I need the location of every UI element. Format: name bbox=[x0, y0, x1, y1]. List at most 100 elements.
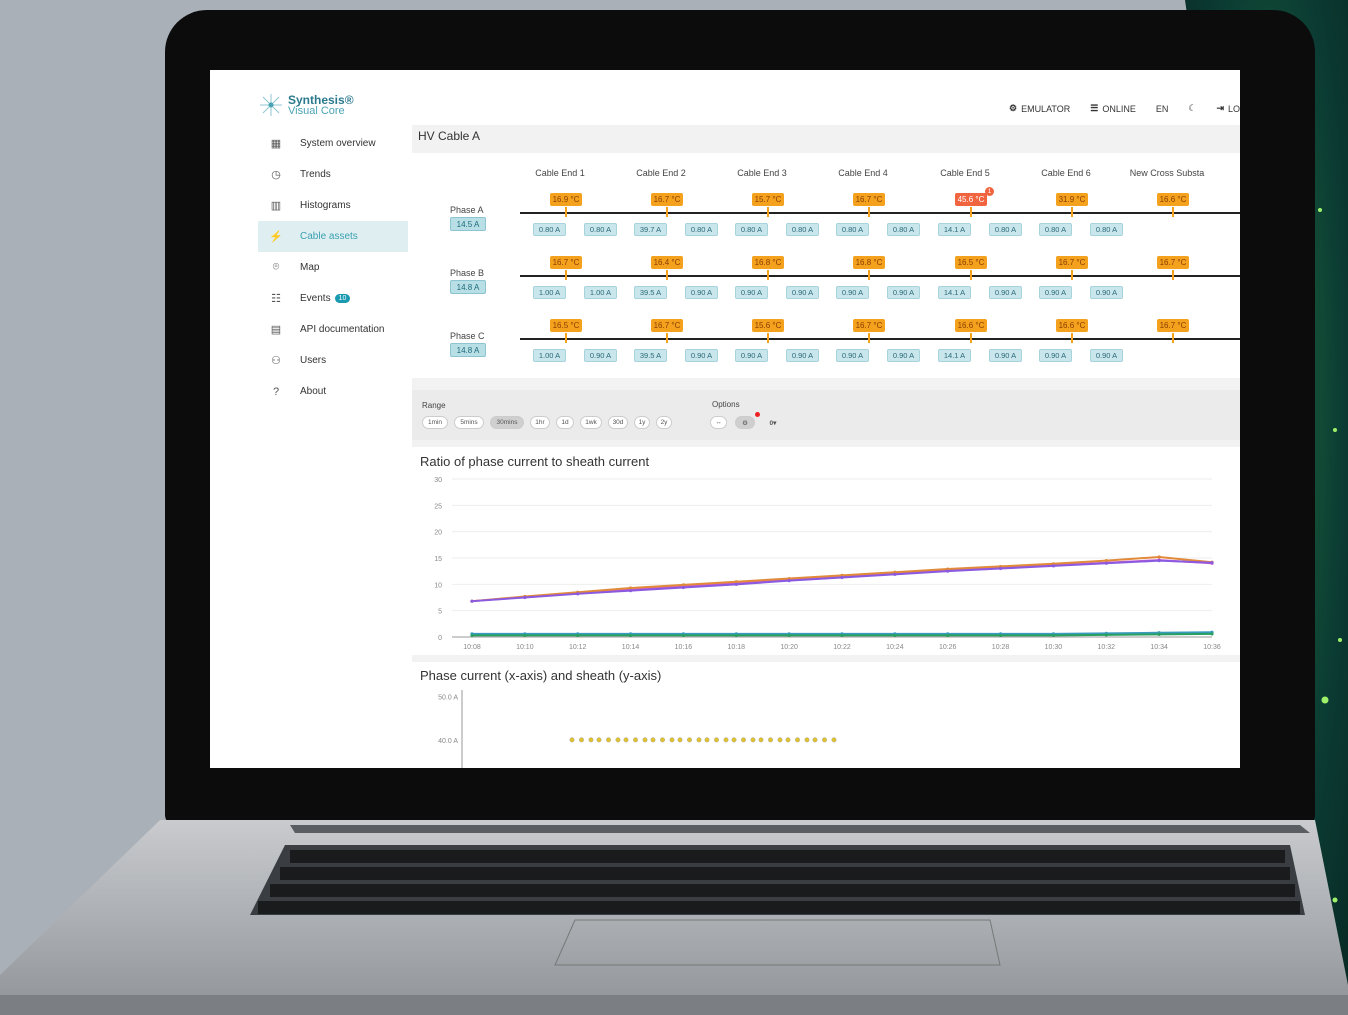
sidebar-item-histograms[interactable]: ▥ Histograms bbox=[258, 190, 408, 221]
range-button-30mins[interactable]: 30mins bbox=[490, 416, 524, 429]
dark-mode-icon[interactable]: ☾ bbox=[1188, 103, 1196, 114]
sidebar-item-about[interactable]: ? About bbox=[258, 376, 408, 407]
sheath-current-badge[interactable]: 0.90 A bbox=[685, 286, 718, 299]
temperature-badge[interactable]: 15.7 °C bbox=[752, 193, 784, 206]
temperature-badge[interactable]: 16.7 °C bbox=[1157, 256, 1189, 269]
sheath-current-badge[interactable]: 0.90 A bbox=[887, 349, 920, 362]
temperature-badge[interactable]: 45.6 °C bbox=[955, 193, 987, 206]
x-tick-label: 10:08 bbox=[463, 644, 481, 651]
sheath-current-badge[interactable]: 0.80 A bbox=[786, 223, 819, 236]
temperature-badge[interactable]: 16.7 °C bbox=[853, 319, 885, 332]
sheath-current-badge[interactable]: 0.90 A bbox=[1039, 286, 1072, 299]
temperature-badge[interactable]: 16.5 °C bbox=[955, 256, 987, 269]
sheath-current-badge[interactable]: 0.90 A bbox=[836, 286, 869, 299]
alert-count-badge[interactable]: 1 bbox=[985, 187, 994, 196]
temperature-badge[interactable]: 16.7 °C bbox=[1056, 256, 1088, 269]
sheath-current-badge[interactable]: 1.00 A bbox=[584, 286, 617, 299]
range-button-1min[interactable]: 1min bbox=[422, 416, 448, 429]
sheath-current-badge[interactable]: 0.90 A bbox=[584, 349, 617, 362]
sheath-current-badge[interactable]: 0.90 A bbox=[786, 286, 819, 299]
sheath-current-badge[interactable]: 0.80 A bbox=[735, 223, 768, 236]
range-button-5mins[interactable]: 5mins bbox=[454, 416, 484, 429]
sheath-current-badge[interactable]: 0.90 A bbox=[989, 286, 1022, 299]
sidebar-item-events[interactable]: ☷ Events 10 bbox=[258, 283, 408, 314]
sheath-current-badge[interactable]: 0.90 A bbox=[1039, 349, 1072, 362]
sheath-current-badge[interactable]: 0.80 A bbox=[1090, 223, 1123, 236]
temperature-badge[interactable]: 16.7 °C bbox=[853, 193, 885, 206]
phase-current-badge[interactable]: 14.8 A bbox=[450, 280, 486, 294]
range-button-1hr[interactable]: 1hr bbox=[530, 416, 550, 429]
language-button[interactable]: EN bbox=[1156, 104, 1169, 114]
sheath-current-badge[interactable]: 14.1 A bbox=[938, 286, 971, 299]
temperature-badge[interactable]: 16.6 °C bbox=[1056, 319, 1088, 332]
sheath-current-badge[interactable]: 1.00 A bbox=[533, 349, 566, 362]
sidebar-item-map[interactable]: ⌾ Map bbox=[258, 252, 408, 283]
sheath-current-badge[interactable]: 0.80 A bbox=[685, 223, 718, 236]
logout-button[interactable]: ⇥ LO bbox=[1216, 103, 1240, 114]
sheath-current-badge[interactable]: 0.90 A bbox=[836, 349, 869, 362]
sidebar-item-users[interactable]: ⚇ Users bbox=[258, 345, 408, 376]
online-status[interactable]: ☰ ONLINE bbox=[1090, 103, 1136, 114]
x-tick-label: 10:18 bbox=[728, 644, 746, 651]
data-point bbox=[1157, 632, 1161, 636]
sidebar-item-cable-assets[interactable]: ⚡ Cable assets bbox=[258, 221, 408, 252]
sheath-current-badge[interactable]: 0.80 A bbox=[887, 223, 920, 236]
sidebar-item-system-overview[interactable]: ▦ System overview bbox=[258, 128, 408, 159]
events-count-badge: 10 bbox=[334, 294, 351, 303]
temperature-badge[interactable]: 15.6 °C bbox=[752, 319, 784, 332]
sheath-current-badge[interactable]: 0.90 A bbox=[1090, 349, 1123, 362]
temperature-badge[interactable]: 16.7 °C bbox=[1157, 319, 1189, 332]
sheath-current-badge[interactable]: 0.90 A bbox=[786, 349, 819, 362]
scatter-point bbox=[758, 737, 764, 743]
sheath-current-badge[interactable]: 0.80 A bbox=[836, 223, 869, 236]
settings-button[interactable]: ⚙ bbox=[735, 416, 755, 429]
temperature-badge[interactable]: 31.9 °C bbox=[1056, 193, 1088, 206]
temperature-badge[interactable]: 16.7 °C bbox=[550, 256, 582, 269]
temperature-badge[interactable]: 16.7 °C bbox=[651, 319, 683, 332]
sheath-current-badge[interactable]: 14.1 A bbox=[938, 349, 971, 362]
range-button-30d[interactable]: 30d bbox=[608, 416, 628, 429]
sheath-current-badge[interactable]: 39.7 A bbox=[634, 223, 667, 236]
range-button-2y[interactable]: 2y bbox=[656, 416, 672, 429]
sheath-current-badge[interactable]: 0.90 A bbox=[685, 349, 718, 362]
sheath-current-badge[interactable]: 0.80 A bbox=[584, 223, 617, 236]
sheath-current-badge[interactable]: 14.1 A bbox=[938, 223, 971, 236]
temperature-badge[interactable]: 16.7 °C bbox=[651, 193, 683, 206]
temperature-badge[interactable]: 16.6 °C bbox=[955, 319, 987, 332]
temperature-badge[interactable]: 16.5 °C bbox=[550, 319, 582, 332]
sheath-current-badge[interactable]: 0.80 A bbox=[533, 223, 566, 236]
temperature-badge[interactable]: 16.8 °C bbox=[752, 256, 784, 269]
data-point bbox=[1210, 561, 1214, 565]
range-button-1y[interactable]: 1y bbox=[634, 416, 650, 429]
cable-joint-marker bbox=[666, 333, 668, 343]
sheath-current-badge[interactable]: 39.5 A bbox=[634, 286, 667, 299]
range-button-1wk[interactable]: 1wk bbox=[580, 416, 602, 429]
phase-current-badge[interactable]: 14.5 A bbox=[450, 217, 486, 231]
x-tick-label: 10:16 bbox=[675, 644, 693, 651]
temperature-badge[interactable]: 16.9 °C bbox=[550, 193, 582, 206]
sidebar-item-trends[interactable]: ◷ Trends bbox=[258, 159, 408, 190]
temperature-badge[interactable]: 16.6 °C bbox=[1157, 193, 1189, 206]
sheath-current-badge[interactable]: 0.90 A bbox=[735, 286, 768, 299]
sheath-current-badge[interactable]: 0.80 A bbox=[989, 223, 1022, 236]
sheath-current-badge[interactable]: 0.90 A bbox=[735, 349, 768, 362]
sidebar-item-api-documentation[interactable]: ▤ API documentation bbox=[258, 314, 408, 345]
fit-width-button[interactable]: ↔ bbox=[710, 416, 727, 429]
sheath-current-badge[interactable]: 0.90 A bbox=[887, 286, 920, 299]
range-button-1d[interactable]: 1d bbox=[556, 416, 574, 429]
sheath-current-badge[interactable]: 0.90 A bbox=[989, 349, 1022, 362]
cable-joint-marker bbox=[666, 270, 668, 280]
sheath-current-badge[interactable]: 1.00 A bbox=[533, 286, 566, 299]
sheath-current-badge[interactable]: 39.5 A bbox=[634, 349, 667, 362]
phase-current-badge[interactable]: 14.8 A bbox=[450, 343, 486, 357]
sheath-current-badge[interactable]: 0.80 A bbox=[1039, 223, 1072, 236]
emulator-button[interactable]: ⚙ EMULATOR bbox=[1009, 103, 1070, 114]
option-toggle-button[interactable]: 0▾ bbox=[763, 416, 783, 429]
data-point bbox=[787, 633, 791, 638]
cable-line bbox=[520, 338, 1240, 340]
sheath-current-badge[interactable]: 0.90 A bbox=[1090, 286, 1123, 299]
ratio-chart-panel: Ratio of phase current to sheath current… bbox=[412, 447, 1240, 655]
temperature-badge[interactable]: 16.8 °C bbox=[853, 256, 885, 269]
ratio-line-chart: 0 5 10 15 20 25 30 10:08 10:10 10:12 10:14 10:16 10:… bbox=[434, 477, 1221, 651]
temperature-badge[interactable]: 16.4 °C bbox=[651, 256, 683, 269]
